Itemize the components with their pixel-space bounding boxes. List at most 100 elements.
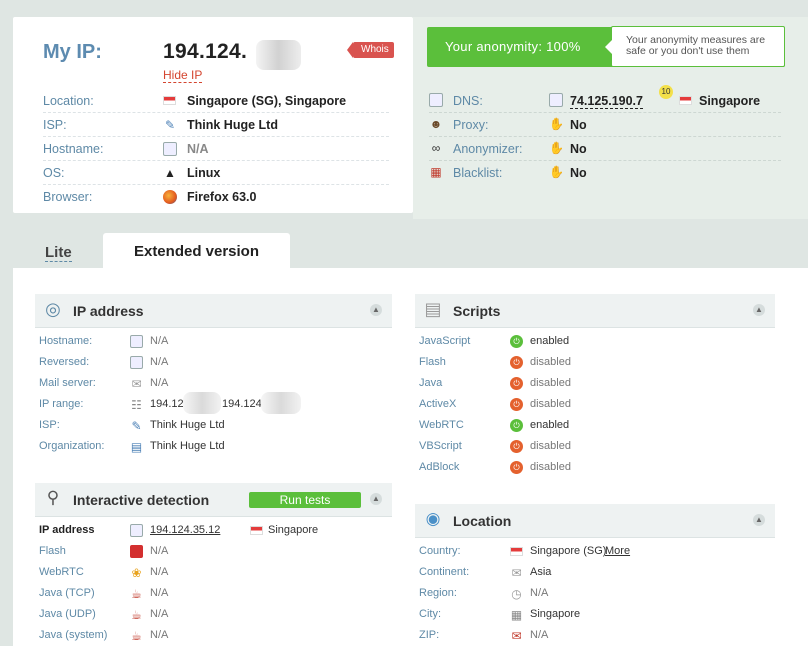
disabled-icon: ⏻ <box>510 398 523 411</box>
section-title: Scripts <box>453 303 501 319</box>
row-label: Hostname: <box>39 335 93 347</box>
disabled-icon: ⏻ <box>510 356 523 369</box>
row-label: Java <box>419 377 443 389</box>
isp-row: ISP: ✎ Think Huge Ltd <box>43 113 389 137</box>
isp-icon: ✎ <box>164 118 176 132</box>
sg-flag-icon <box>510 547 523 556</box>
row-label: Mail server: <box>39 377 96 389</box>
network-icon: ☷ <box>131 398 142 412</box>
java-icon: ☕ <box>131 608 142 622</box>
blacklist-value: No <box>570 166 587 180</box>
enabled-icon: ⏻ <box>510 419 523 432</box>
section-title: Location <box>453 513 512 529</box>
row-label: WebRTC <box>39 566 84 578</box>
row-value: Asia <box>530 566 552 578</box>
hostname-value: N/A <box>187 142 209 156</box>
java-icon: ☕ <box>131 587 142 601</box>
thumb-icon: ✋ <box>549 165 564 179</box>
thumb-icon: ✋ <box>549 117 564 131</box>
browser-label: Browser: <box>43 190 93 204</box>
list-item: ISP: ✎ Think Huge Ltd <box>35 415 392 436</box>
row-value: disabled <box>530 461 571 473</box>
proxy-value: No <box>570 118 587 132</box>
anonymity-score: Your anonymity: 100% <box>445 39 581 54</box>
section-header: ◎ IP address ▲ <box>35 294 392 328</box>
computer-icon <box>163 142 177 156</box>
row-value: disabled <box>530 398 571 410</box>
list-item: IP address 194.124.35.12 Singapore <box>35 520 392 541</box>
row-value: N/A <box>530 629 549 641</box>
location-pin-icon: ◉ <box>425 509 441 528</box>
collapse-icon[interactable]: ▲ <box>370 493 382 505</box>
collapse-icon[interactable]: ▲ <box>753 514 765 526</box>
row-value: N/A <box>150 545 169 557</box>
disabled-icon: ⏻ <box>510 440 523 453</box>
sg-flag-icon <box>250 526 263 535</box>
os-row: OS: ▲ Linux <box>43 161 389 185</box>
row-value: N/A <box>150 377 169 389</box>
collapse-icon[interactable]: ▲ <box>370 304 382 316</box>
section-title: IP address <box>73 303 144 319</box>
row-value: disabled <box>530 440 571 452</box>
list-item: IP range: ☷ 194.124 194.124. <box>35 392 392 415</box>
row-label: City: <box>419 608 441 620</box>
dns-row: DNS: 74.125.190.7 10 Singapore <box>429 85 781 113</box>
row-label: WebRTC <box>419 419 464 431</box>
section-header: ◉ Location ▲ <box>415 504 775 538</box>
row-value: Singapore <box>530 608 581 620</box>
compass-icon: ◷ <box>511 587 522 601</box>
run-tests-button[interactable]: Run tests <box>249 492 361 508</box>
collapse-icon[interactable]: ▲ <box>753 304 765 316</box>
java-icon: ☕ <box>131 629 142 643</box>
list-item: Region: ◷ N/A <box>415 583 775 604</box>
row-value: N/A <box>530 587 549 599</box>
section-title: Interactive detection <box>73 492 210 508</box>
tab-extended-version[interactable]: Extended version <box>103 233 290 269</box>
hostname-row: Hostname: N/A <box>43 137 389 161</box>
row-label: Region: <box>419 587 457 599</box>
thumb-icon: ✋ <box>549 141 564 155</box>
row-value: Singapore (SG) <box>530 545 607 557</box>
row-label: Flash <box>419 356 446 368</box>
hide-ip-link[interactable]: Hide IP <box>163 68 203 83</box>
isp-value: Think Huge Ltd <box>187 118 278 132</box>
row-label: Java (UDP) <box>39 608 96 620</box>
city-icon: ▦ <box>510 608 523 622</box>
list-item: AdBlock ⏻ disabled <box>415 457 775 478</box>
list-item: Country: Singapore (SG) More <box>415 541 775 562</box>
sg-flag-icon <box>163 96 176 105</box>
list-item: ZIP: ✉ N/A <box>415 625 775 646</box>
list-item: ❀ WebRTC N/A <box>35 562 392 583</box>
row-value: enabled <box>530 335 570 347</box>
more-link[interactable]: More <box>605 545 630 557</box>
tab-lite[interactable]: Lite <box>45 244 72 262</box>
row-value: N/A <box>150 335 169 347</box>
list-item: Flash N/A <box>35 541 392 562</box>
anonymity-panel: Your anonymity: 100% Your anonymity meas… <box>413 17 808 219</box>
row-value: N/A <box>150 566 169 578</box>
row-label: VBScript <box>419 440 462 452</box>
row-value: disabled <box>530 377 571 389</box>
list-item: Java (system) ☕ N/A <box>35 625 392 646</box>
isp-icon: ✎ <box>131 419 142 433</box>
ip-redaction-blur <box>183 392 221 414</box>
list-item: Continent: ✉ Asia <box>415 562 775 583</box>
continent-icon: ✉ <box>511 566 522 580</box>
list-item: WebRTC ⏻ enabled <box>415 415 775 436</box>
interactive-detection-section: ⚲ Interactive detection Run tests ▲ IP a… <box>35 483 392 646</box>
location-row: Location: Singapore (SG), Singapore <box>43 89 389 113</box>
scripts-section: ▤ Scripts ▲ JavaScript ⏻ enabled Flash ⏻… <box>415 294 775 484</box>
ip-redaction-blur <box>261 392 301 414</box>
row-label: ActiveX <box>419 398 457 410</box>
dns-value-link[interactable]: 74.125.190.7 <box>570 94 643 109</box>
proxy-label: Proxy: <box>453 118 489 132</box>
row-label: AdBlock <box>419 461 460 473</box>
whois-button[interactable]: Whois <box>347 42 394 58</box>
ip-address-section: ◎ IP address ▲ Hostname: N/A Reversed: N… <box>35 294 392 484</box>
location-label: Location: <box>43 94 94 108</box>
browser-value: Firefox 63.0 <box>187 190 257 204</box>
ip-address-link[interactable]: 194.124.35.12 <box>150 524 220 536</box>
location-section: ◉ Location ▲ Country: Singapore (SG) Mor… <box>415 504 775 646</box>
zip-icon: ✉ <box>511 629 522 643</box>
os-label: OS: <box>43 166 65 180</box>
